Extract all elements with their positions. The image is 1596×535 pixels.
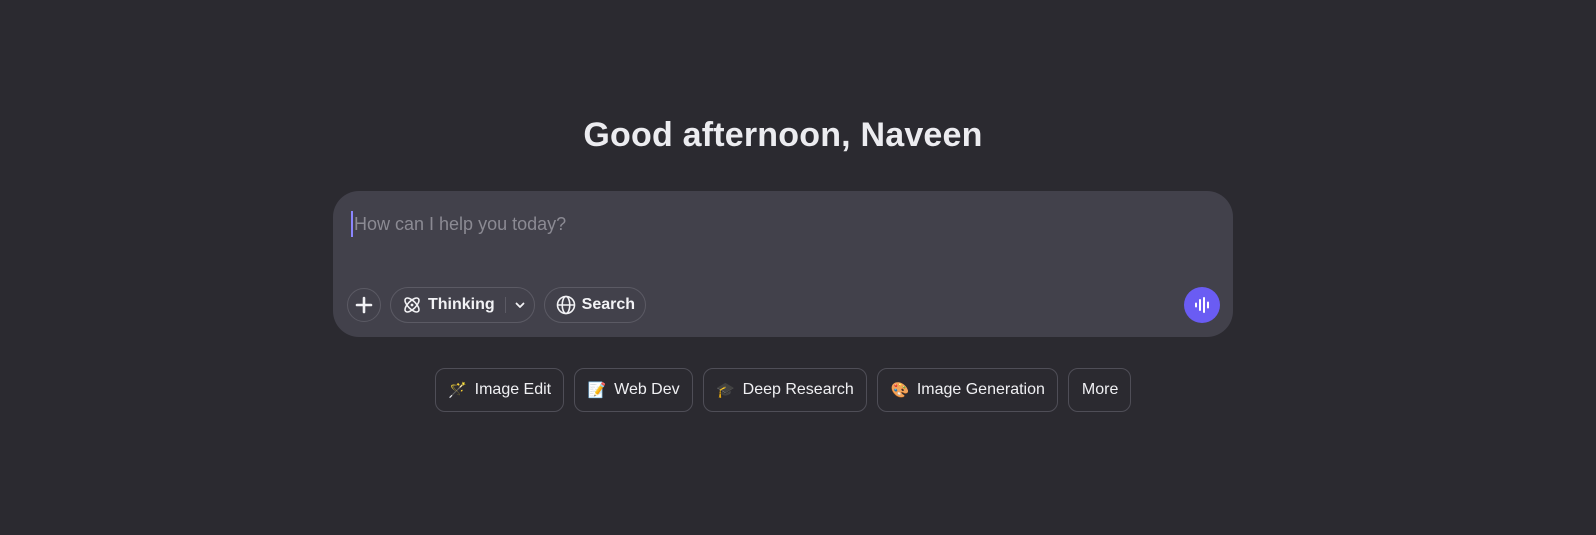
chip-label: More [1081,381,1119,398]
atom-icon [402,295,422,315]
magic-wand-icon: 🪄 [448,381,467,399]
search-toggle-content: Search [545,288,645,322]
audio-waveform-icon [1193,296,1211,314]
chip-image-edit[interactable]: 🪄 Image Edit [434,368,565,412]
globe-icon [556,295,576,315]
chip-label: Deep Research [742,381,854,398]
graduation-cap-icon: 🎓 [716,381,735,399]
chip-label: Image Edit [474,381,552,398]
suggestion-chips: 🪄 Image Edit 📝 Web Dev 🎓 Deep Research 🎨… [0,368,1566,412]
chip-more[interactable]: More [1067,368,1132,412]
chip-label: Image Generation [916,381,1045,398]
search-label: Search [581,296,636,313]
attach-button[interactable] [347,288,381,322]
prompt-input[interactable] [351,211,1214,237]
prompt-composer: Thinking [333,191,1233,337]
thinking-toggle: Thinking [390,287,535,323]
greeting-title: Good afternoon, Naveen [583,116,983,154]
chat-home-page: Good afternoon, Naveen How can I help yo… [0,0,1596,535]
thinking-button[interactable]: Thinking [391,288,505,322]
thinking-dropdown-button[interactable] [506,288,534,322]
chip-web-dev[interactable]: 📝 Web Dev [574,368,693,412]
chevron-down-icon [514,299,526,311]
plus-icon [355,296,373,314]
chip-label: Web Dev [614,381,680,398]
thinking-label: Thinking [428,296,495,313]
memo-icon: 📝 [587,381,607,399]
chip-deep-research[interactable]: 🎓 Deep Research [702,368,867,412]
search-toggle-button[interactable]: Search [543,287,647,323]
voice-mode-button[interactable] [1184,287,1220,323]
chip-image-generation[interactable]: 🎨 Image Generation [876,368,1058,412]
palette-icon: 🎨 [890,381,910,399]
composer-toolbar: Thinking Search [347,287,647,323]
